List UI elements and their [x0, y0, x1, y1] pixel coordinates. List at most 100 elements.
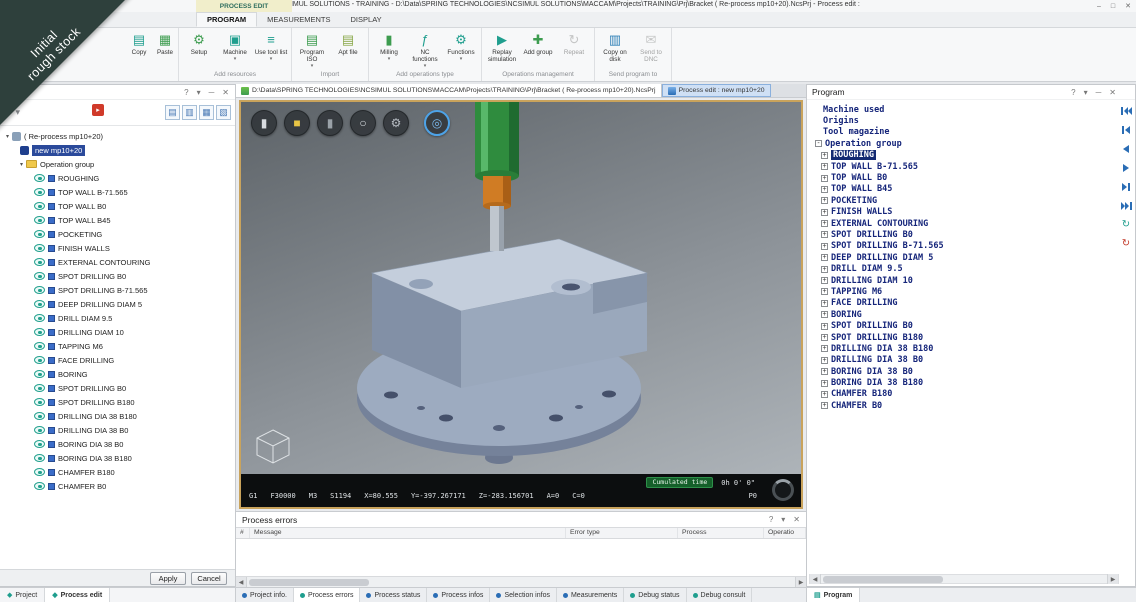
tab-project[interactable]: ◆Project — [0, 588, 45, 602]
column-header-error-type[interactable]: Error type — [566, 528, 678, 538]
expand-box-icon[interactable]: + — [821, 186, 828, 193]
pin-icon[interactable]: ─ — [1096, 88, 1102, 97]
tree-item-operation[interactable]: SPOT DRILLING B-71.565 — [4, 283, 235, 297]
viewport-3d[interactable]: ▮■▮○⚙◎ Cumulated time 0h 0' 0" G1F30000M… — [239, 100, 803, 509]
expand-arrow-icon[interactable]: ▾ — [20, 161, 23, 168]
tree-item-operation[interactable]: CHAMFER B0 — [4, 479, 235, 493]
tree-item-operation[interactable]: TAPPING M6 — [4, 339, 235, 353]
expand-box-icon[interactable]: + — [821, 175, 828, 182]
help-icon[interactable]: ? — [1071, 88, 1075, 97]
add-group-button[interactable]: ✚Add group — [520, 29, 556, 56]
chevron-down-icon[interactable]: ▾ — [781, 515, 785, 524]
tree-item-operation[interactable]: TOP WALL B0 — [4, 199, 235, 213]
program-item-operation[interactable]: +TOP WALL B45 — [813, 184, 1113, 195]
visibility-eye-icon[interactable] — [34, 300, 45, 308]
visibility-eye-icon[interactable] — [34, 244, 45, 252]
scroll-right-icon[interactable]: ▶ — [1107, 574, 1118, 584]
program-item-operation[interactable]: +SPOT DRILLING B0 — [813, 229, 1113, 240]
status-tab-process-infos[interactable]: Process infos — [427, 588, 490, 602]
scrollbar-thumb[interactable] — [823, 576, 943, 583]
chevron-down-icon[interactable]: ▾ — [1084, 88, 1088, 97]
visibility-eye-icon[interactable] — [34, 314, 45, 322]
expand-box-icon[interactable]: + — [821, 254, 828, 261]
tab-process-edit[interactable]: Process edit : new mp10+20 — [662, 84, 771, 97]
tree-item-operation[interactable]: SPOT DRILLING B0 — [4, 381, 235, 395]
milling-button[interactable]: ▮Milling▾ — [371, 29, 407, 62]
chevron-down-icon[interactable]: ▾ — [197, 88, 201, 97]
expand-box-icon[interactable]: + — [821, 243, 828, 250]
program-item-operation[interactable]: +BORING DIA 38 B0 — [813, 366, 1113, 377]
visibility-eye-icon[interactable] — [34, 384, 45, 392]
help-icon[interactable]: ? — [184, 88, 188, 97]
program-item-tool-magazine[interactable]: Tool magazine — [813, 127, 1113, 138]
program-item-operation-group[interactable]: -Operation group — [813, 138, 1113, 149]
program-item-operation[interactable]: +POCKETING — [813, 195, 1113, 206]
status-tab-process-errors[interactable]: Process errors — [294, 588, 361, 602]
status-tab-selection-infos[interactable]: Selection infos — [490, 588, 557, 602]
visibility-eye-icon[interactable] — [34, 454, 45, 462]
tree-item-operation[interactable]: BORING DIA 38 B180 — [4, 451, 235, 465]
step-back-icon[interactable] — [1120, 125, 1133, 135]
axis-triad-icon[interactable] — [247, 425, 299, 469]
dropdown-arrow-icon[interactable]: ▾ — [388, 57, 391, 62]
visibility-eye-icon[interactable] — [34, 286, 45, 294]
apply-button[interactable]: Apply — [150, 572, 186, 585]
close-icon[interactable]: ✕ — [222, 88, 229, 97]
program-item-operation[interactable]: +DRILLING DIAM 10 — [813, 275, 1113, 286]
use-tool-list-button[interactable]: ≡Use tool list▾ — [253, 29, 289, 62]
visibility-eye-icon[interactable] — [34, 202, 45, 210]
tree-item-operation[interactable]: DRILLING DIAM 10 — [4, 325, 235, 339]
scrollbar-thumb[interactable] — [249, 579, 369, 586]
expand-box-icon[interactable]: + — [821, 391, 828, 398]
tree-item-root[interactable]: ▾ ( Re-process mp10+20) — [4, 129, 235, 143]
scroll-left-icon[interactable]: ◀ — [810, 574, 821, 584]
play-back-icon[interactable] — [1120, 144, 1133, 154]
view-detail-icon[interactable]: ▥ — [182, 105, 197, 120]
sync-icon[interactable]: ↻ — [4, 107, 12, 118]
expand-box-icon[interactable]: + — [821, 209, 828, 216]
status-tab-measurements[interactable]: Measurements — [557, 588, 624, 602]
program-item-operation[interactable]: +DRILL DIAM 9.5 — [813, 263, 1113, 274]
minimize-icon[interactable]: – — [1097, 3, 1101, 10]
expand-box-icon[interactable]: + — [821, 345, 828, 352]
visibility-eye-icon[interactable] — [34, 426, 45, 434]
visibility-eye-icon[interactable] — [34, 356, 45, 364]
maximize-icon[interactable]: □ — [1111, 3, 1115, 10]
expand-box-icon[interactable]: + — [821, 334, 828, 341]
settings-button[interactable]: ⚙ — [383, 110, 409, 136]
reset-icon[interactable]: ↻ — [1120, 239, 1133, 249]
ribbon-tab-program[interactable]: PROGRAM — [196, 12, 257, 27]
functions-button[interactable]: ⚙Functions▾ — [443, 29, 479, 62]
ribbon-tab-display[interactable]: DISPLAY — [341, 12, 392, 27]
stock-display-button[interactable]: ■ — [284, 110, 310, 136]
copy-on-disk-button[interactable]: ▥Copy on disk — [597, 29, 633, 63]
visibility-eye-icon[interactable] — [34, 342, 45, 350]
program-item-operation[interactable]: +SPOT DRILLING B180 — [813, 332, 1113, 343]
setup-button[interactable]: ⚙Setup — [181, 29, 217, 56]
visibility-eye-icon[interactable] — [34, 216, 45, 224]
program-item-operation[interactable]: +SPOT DRILLING B-71.565 — [813, 241, 1113, 252]
copy-button[interactable]: ▤Copy — [126, 29, 152, 81]
tab-project-file[interactable]: D:\Data\SPRING TECHNOLOGIES\NCSIMUL SOLU… — [236, 84, 662, 97]
column-header-operatio[interactable]: Operatio — [764, 528, 806, 538]
refresh-icon[interactable]: ↻ — [1120, 220, 1133, 230]
program-item-operation[interactable]: +BORING DIA 38 B180 — [813, 377, 1113, 388]
view-list-icon[interactable]: ▤ — [165, 105, 180, 120]
apt-file-button[interactable]: ▤Apt file — [330, 29, 366, 56]
program-item-operation[interactable]: +BORING — [813, 309, 1113, 320]
tree-item-operation[interactable]: TOP WALL B45 — [4, 213, 235, 227]
expand-box-icon[interactable]: + — [821, 357, 828, 364]
view-mode-button[interactable]: ◎ — [424, 110, 450, 136]
program-item-operation[interactable]: +TOP WALL B0 — [813, 172, 1113, 183]
send-to-dnc-button[interactable]: ✉Send to DNC — [633, 29, 669, 63]
close-icon[interactable]: ✕ — [793, 515, 800, 524]
tree-item-operation[interactable]: POCKETING — [4, 227, 235, 241]
zoom-button[interactable]: ○ — [350, 110, 376, 136]
expand-box-icon[interactable]: + — [821, 323, 828, 330]
program-item-origins[interactable]: Origins — [813, 115, 1113, 126]
visibility-eye-icon[interactable] — [34, 398, 45, 406]
program-item-operation[interactable]: +FACE DRILLING — [813, 298, 1113, 309]
program-iso-button[interactable]: ▤Program ISO▾ — [294, 29, 330, 69]
expand-box-icon[interactable]: + — [821, 163, 828, 170]
collapse-box-icon[interactable]: - — [815, 140, 822, 147]
